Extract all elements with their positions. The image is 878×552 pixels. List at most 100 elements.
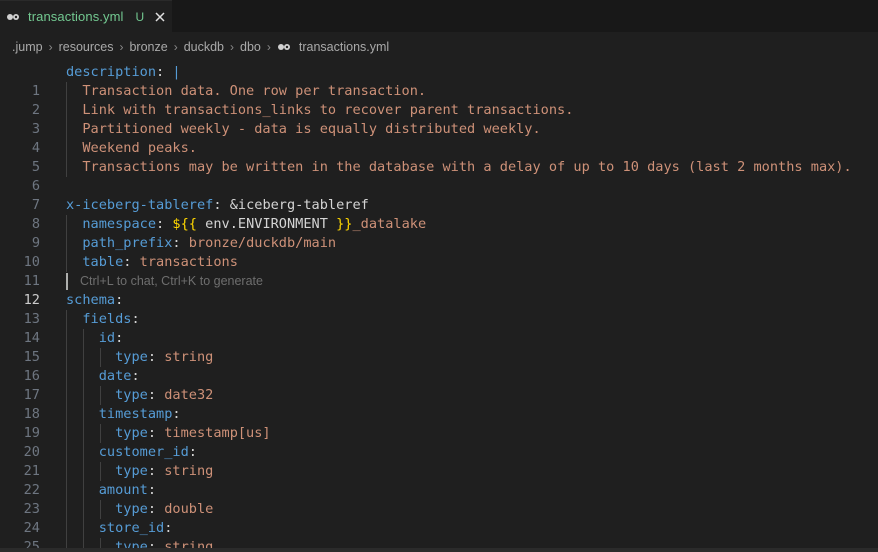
yaml-key: type: [66, 349, 148, 365]
code-line: 15 id:: [0, 329, 878, 365]
yaml-file-icon: [277, 42, 291, 52]
yaml-key: amount: [66, 482, 148, 498]
breadcrumb-item[interactable]: .jump: [12, 40, 43, 54]
yaml-value: double: [164, 501, 214, 517]
code-line: 14 fields:: [0, 310, 878, 346]
breadcrumb-item[interactable]: bronze: [129, 40, 167, 54]
chevron-right-icon: ›: [230, 40, 235, 54]
yaml-colon: :: [188, 444, 197, 460]
yaml-colon: :: [131, 368, 140, 384]
tab-bar: transactions.yml U: [0, 0, 878, 32]
yaml-colon: :: [123, 254, 140, 270]
yaml-text: Link with transactions_links to recover …: [66, 102, 574, 118]
yaml-colon: :: [131, 311, 140, 327]
untracked-badge: U: [135, 9, 145, 24]
yaml-colon: :: [172, 406, 181, 422]
chevron-right-icon: ›: [119, 40, 124, 54]
yaml-value: date32: [164, 387, 214, 403]
yaml-colon: :: [147, 482, 157, 498]
code-line-current[interactable]: 12 Ctrl+L to chat, Ctrl+K to generate: [0, 272, 878, 308]
template-close: }}: [336, 216, 353, 232]
yaml-colon: :: [115, 292, 124, 308]
yaml-value: bronze/duckdb/main: [188, 235, 337, 251]
yaml-key: schema: [66, 292, 116, 308]
yaml-value: _datalake: [352, 216, 427, 232]
code-line: 4 Partitioned weekly - data is equally d…: [0, 120, 878, 156]
code-line: 13 schema:: [0, 291, 878, 327]
yaml-colon: :: [147, 425, 165, 441]
code-editor[interactable]: 1 description: | 2 Transaction data. One…: [0, 63, 878, 552]
yaml-colon: :: [147, 349, 165, 365]
yaml-value: string: [164, 349, 214, 365]
yaml-key: path_prefix: [66, 235, 173, 251]
yaml-key: x-iceberg-tableref: [66, 197, 214, 213]
breadcrumb-item[interactable]: resources: [59, 40, 114, 54]
yaml-text: Transaction data. One row per transactio…: [66, 83, 427, 99]
yaml-key: namespace: [66, 216, 157, 232]
yaml-value: |: [172, 64, 181, 80]
code-line: 2 Transaction data. One row per transact…: [0, 82, 878, 118]
template-open: ${{: [172, 216, 197, 232]
yaml-anchor: &iceberg-tableref: [229, 197, 369, 213]
yaml-key: fields: [66, 311, 132, 327]
yaml-colon: :: [213, 197, 230, 213]
yaml-key: type: [66, 501, 148, 517]
code-line: 16 type: string: [0, 348, 878, 384]
code-line: 1 description: |: [0, 63, 878, 99]
code-line: 11 table: transactions: [0, 253, 878, 289]
yaml-file-icon: [6, 12, 20, 22]
yaml-key: type: [66, 387, 148, 403]
yaml-key: type: [66, 425, 148, 441]
yaml-key: date: [66, 368, 132, 384]
yaml-key: table: [66, 254, 124, 270]
code-line: 24 type: double: [0, 500, 878, 536]
yaml-colon: :: [147, 501, 165, 517]
yaml-colon: :: [172, 235, 189, 251]
code-line: 19 timestamp:: [0, 405, 878, 441]
yaml-colon: :: [164, 520, 173, 536]
code-line: 23 amount:: [0, 481, 878, 517]
code-line: 21 customer_id:: [0, 443, 878, 479]
tab-transactions-yml[interactable]: transactions.yml U: [0, 0, 172, 32]
breadcrumb-item[interactable]: duckdb: [184, 40, 224, 54]
chevron-right-icon: ›: [173, 40, 178, 54]
yaml-colon: :: [115, 330, 124, 346]
code-line: 20 type: timestamp[us]: [0, 424, 878, 460]
yaml-colon: :: [156, 64, 173, 80]
code-line: 6 Transactions may be written in the dat…: [0, 158, 878, 194]
code-line: 22 type: string: [0, 462, 878, 498]
code-line: 25 store_id:: [0, 519, 878, 552]
yaml-key: id: [66, 330, 116, 346]
yaml-key: timestamp: [66, 406, 173, 422]
yaml-key: type: [66, 463, 148, 479]
yaml-key: customer_id: [66, 444, 189, 460]
yaml-text: Weekend peaks.: [66, 140, 197, 156]
chevron-right-icon: ›: [266, 40, 271, 54]
yaml-text: Partitioned weekly - data is equally dis…: [66, 121, 541, 137]
breadcrumb: .jump › resources › bronze › duckdb › db…: [0, 36, 389, 58]
yaml-colon: :: [156, 216, 173, 232]
yaml-value: string: [164, 463, 214, 479]
yaml-colon: :: [147, 387, 165, 403]
code-line: 8 x-iceberg-tableref: &iceberg-tableref: [0, 196, 878, 232]
yaml-value: transactions: [139, 254, 238, 270]
yaml-text: Transactions may be written in the datab…: [66, 159, 852, 175]
tab-label: transactions.yml: [28, 9, 124, 24]
code-line: 10 path_prefix: bronze/duckdb/main: [0, 234, 878, 270]
horizontal-scrollbar[interactable]: [0, 548, 878, 552]
yaml-value: timestamp[us]: [164, 425, 271, 441]
code-line: 18 type: date32: [0, 386, 878, 422]
text-cursor: [66, 273, 68, 290]
yaml-key: store_id: [66, 520, 165, 536]
close-icon[interactable]: [152, 9, 168, 25]
breadcrumb-file[interactable]: transactions.yml: [299, 40, 389, 54]
chevron-right-icon: ›: [48, 40, 53, 54]
code-line: 9 namespace: ${{ env.ENVIRONMENT }}_data…: [0, 215, 878, 251]
code-line: 17 date:: [0, 367, 878, 403]
ai-hint: Ctrl+L to chat, Ctrl+K to generate: [80, 274, 263, 288]
code-line: 5 Weekend peaks.: [0, 139, 878, 175]
code-line: 3 Link with transactions_links to recove…: [0, 101, 878, 137]
yaml-key: description: [66, 64, 157, 80]
code-line: 7: [0, 177, 878, 213]
breadcrumb-item[interactable]: dbo: [240, 40, 261, 54]
